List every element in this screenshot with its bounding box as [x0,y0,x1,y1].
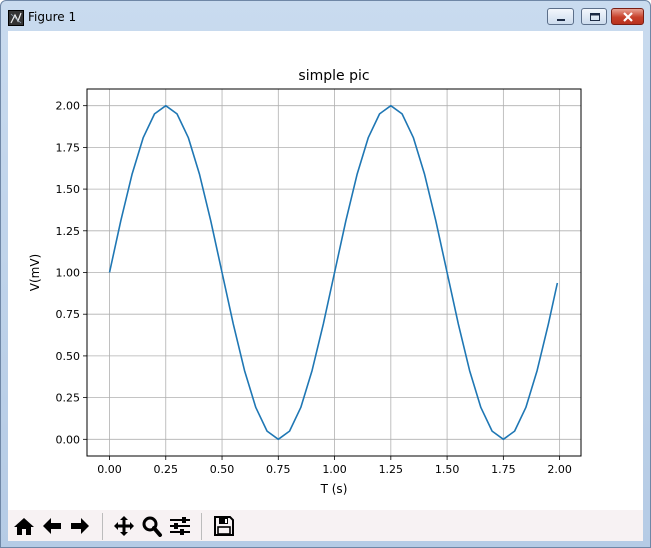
figure-canvas[interactable]: 0.00 0.25 0.50 0.75 1.00 1.25 1.50 1.75 2.00 0.0… [8,31,643,510]
y-tick-label: 1.75 [56,141,81,154]
maximize-icon [590,13,600,21]
arrow-left-icon [43,518,61,534]
x-tick-label: 1.25 [379,463,404,476]
figure-canvas-area: 0.00 0.25 0.50 0.75 1.00 1.25 1.50 1.75 2.00 0.0… [8,31,643,541]
move-icon [114,516,134,536]
configure-subplots-button[interactable] [166,514,193,539]
zoom-button[interactable] [138,514,165,539]
figure-window: Figure 1 0.00 0.25 0.50 0.75 1.00 1.25 1.50 1.7… [0,0,651,548]
window-title: Figure 1 [28,10,77,24]
y-axis-ticks: 0.00 0.25 0.50 0.75 1.00 1.25 1.50 1.75 2.00 [56,100,87,446]
x-tick-label: 0.50 [210,463,235,476]
minimize-button[interactable] [547,8,574,25]
x-tick-label: 2.00 [547,463,572,476]
home-icon [14,518,34,535]
toolbar-separator [201,513,202,540]
save-button[interactable] [210,514,237,539]
y-tick-label: 1.50 [56,183,81,196]
matplotlib-figure-icon [8,10,24,26]
toolbar-separator [102,513,103,540]
y-tick-label: 1.25 [56,225,81,238]
forward-button[interactable] [66,514,93,539]
y-axis-label: V(mV) [28,254,42,291]
close-icon [623,12,633,22]
title-bar[interactable]: Figure 1 [1,1,650,31]
x-tick-label: 1.50 [435,463,460,476]
x-tick-label: 1.75 [491,463,516,476]
y-tick-label: 0.00 [56,433,81,446]
arrow-right-icon [71,518,89,534]
maximize-button[interactable] [581,8,607,25]
x-tick-label: 0.25 [154,463,179,476]
magnifier-icon [142,516,162,537]
y-tick-label: 0.50 [56,350,81,363]
x-tick-label: 1.00 [322,463,347,476]
sliders-icon [170,517,190,535]
pan-button[interactable] [110,514,137,539]
x-tick-label: 0.75 [266,463,291,476]
y-tick-label: 1.00 [56,267,81,280]
back-button[interactable] [38,514,65,539]
navigation-toolbar [8,510,643,541]
x-tick-label: 0.00 [97,463,122,476]
chart-title: simple pic [298,68,369,84]
minimize-icon [557,19,565,21]
home-button[interactable] [10,514,37,539]
close-button[interactable] [611,8,644,25]
floppy-disk-icon [214,516,234,536]
y-tick-label: 0.25 [56,392,81,405]
y-tick-label: 0.75 [56,308,81,321]
y-tick-label: 2.00 [56,100,81,113]
x-axis-label: T (s) [320,482,348,496]
x-axis-ticks: 0.00 0.25 0.50 0.75 1.00 1.25 1.50 1.75 2.00 [97,456,572,476]
